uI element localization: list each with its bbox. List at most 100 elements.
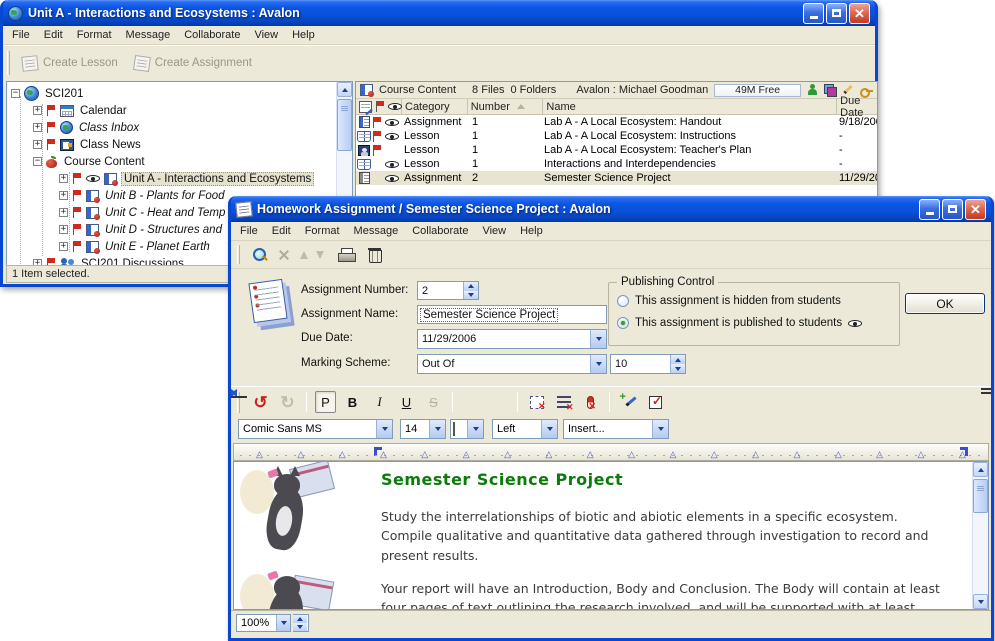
expand-icon[interactable]: + [33, 106, 42, 115]
radio-selected-icon[interactable] [617, 317, 629, 329]
tree-item-unit-a[interactable]: + Unit A - Interactions and Ecosystems [11, 170, 334, 187]
menu-view[interactable]: View [247, 27, 285, 43]
menu-view[interactable]: View [475, 223, 513, 239]
close-button[interactable]: ✕ [965, 199, 986, 220]
tools-icon[interactable] [276, 248, 292, 262]
bold-button[interactable]: B [342, 391, 363, 413]
maximize-button[interactable] [826, 3, 847, 24]
scrollbar-thumb[interactable] [337, 99, 352, 151]
remove-frame-button[interactable] [526, 391, 547, 413]
menu-format[interactable]: Format [298, 223, 347, 239]
create-lesson-button[interactable]: Create Lesson [14, 53, 126, 74]
spellcheck-button[interactable] [618, 391, 639, 413]
published-option[interactable]: This assignment is published to students [617, 317, 862, 329]
assignment-name-field[interactable]: Semester Science Project [417, 305, 607, 324]
chevron-down-icon[interactable] [590, 355, 606, 373]
spinner-buttons[interactable] [293, 615, 307, 631]
menu-help[interactable]: Help [285, 27, 322, 43]
chevron-down-icon[interactable] [467, 420, 483, 438]
editor-scrollbar[interactable] [972, 462, 988, 609]
scroll-down-button[interactable] [973, 594, 988, 609]
menu-help[interactable]: Help [513, 223, 550, 239]
outdent-button[interactable] [488, 391, 509, 413]
table-row[interactable]: Lesson 1 Lab A - A Local Ecosystem: Inst… [356, 129, 877, 143]
next-item-icon[interactable] [316, 251, 324, 259]
ruler[interactable]: △△△△△△△△△△△△△△△△△△ [233, 443, 989, 461]
table-row[interactable]: Lesson 1 Lab A - A Local Ecosystem: Teac… [356, 143, 877, 157]
italic-button[interactable]: I [369, 391, 390, 413]
chevron-down-icon[interactable] [429, 420, 445, 438]
tree-item-calendar[interactable]: + Calendar [11, 102, 334, 119]
underline-button[interactable]: U [396, 391, 417, 413]
chevron-down-icon[interactable] [590, 330, 606, 348]
due-date-select[interactable]: 11/29/2006 [417, 329, 607, 349]
spinner-buttons[interactable] [670, 355, 685, 373]
indent-button[interactable] [461, 391, 482, 413]
scroll-up-button[interactable] [973, 462, 988, 477]
collapse-icon[interactable]: − [33, 157, 42, 166]
insert-select[interactable]: Insert... [563, 419, 669, 439]
expand-icon[interactable]: + [59, 242, 68, 251]
menu-file[interactable]: File [233, 223, 265, 239]
expand-icon[interactable]: + [59, 225, 68, 234]
previous-item-icon[interactable] [300, 251, 308, 259]
scroll-up-button[interactable] [337, 82, 352, 97]
chevron-down-icon[interactable] [276, 615, 290, 631]
hidden-option[interactable]: This assignment is hidden from students [617, 295, 841, 307]
menu-format[interactable]: Format [70, 27, 119, 43]
close-button[interactable]: ✕ [849, 3, 870, 24]
ok-button[interactable]: OK [905, 293, 985, 314]
maximize-button[interactable] [942, 199, 963, 220]
text-color-select[interactable] [450, 419, 484, 439]
column-header-name[interactable]: Name [543, 99, 837, 114]
zoom-select[interactable]: 100% [236, 614, 291, 632]
font-select[interactable]: Comic Sans MS [238, 419, 393, 439]
zoom-stepper[interactable] [293, 614, 309, 632]
tree-item-sci201[interactable]: − SCI201 [11, 85, 334, 102]
assignment-number-stepper[interactable]: 2 [417, 281, 479, 300]
menu-edit[interactable]: Edit [265, 223, 298, 239]
chevron-down-icon[interactable] [376, 420, 392, 438]
expand-icon[interactable]: + [59, 174, 68, 183]
table-row[interactable]: Assignment 1 Lab A - A Local Ecosystem: … [356, 115, 877, 129]
menu-file[interactable]: File [5, 27, 37, 43]
marking-scheme-select[interactable]: Out Of [417, 354, 607, 374]
tree-item-class-news[interactable]: + Class News [11, 136, 334, 153]
expand-icon[interactable]: + [59, 208, 68, 217]
menu-message[interactable]: Message [119, 27, 178, 43]
permissions-icon[interactable] [860, 84, 873, 96]
minimize-button[interactable] [919, 199, 940, 220]
paragraph-style-button[interactable]: P [315, 391, 336, 413]
print-icon[interactable] [338, 248, 355, 262]
user-status-icon[interactable] [807, 84, 818, 96]
search-icon[interactable] [252, 247, 268, 263]
chevron-down-icon[interactable] [652, 420, 668, 438]
tree-item-class-inbox[interactable]: + Class Inbox [11, 119, 334, 136]
collapse-icon[interactable]: − [11, 89, 20, 98]
menu-edit[interactable]: Edit [37, 27, 70, 43]
menu-collaborate[interactable]: Collaborate [405, 223, 475, 239]
font-size-select[interactable]: 14 [400, 419, 446, 439]
expand-icon[interactable]: + [33, 140, 42, 149]
column-header-due-date[interactable]: Due Date [837, 99, 877, 114]
editor-area[interactable]: Semester Science Project Study the inter… [233, 461, 989, 610]
redo-button[interactable]: ↻ [277, 391, 298, 413]
alignment-select[interactable]: Left [492, 419, 558, 439]
remove-list-button[interactable] [553, 391, 574, 413]
radio-unselected-icon[interactable] [617, 295, 629, 307]
create-assignment-button[interactable]: Create Assignment [126, 53, 260, 74]
undo-button[interactable]: ↺ [250, 391, 271, 413]
edit-icon[interactable] [842, 84, 854, 96]
expand-icon[interactable]: + [59, 191, 68, 200]
tree-item-course-content[interactable]: − Course Content [11, 153, 334, 170]
spinner-buttons[interactable] [463, 282, 478, 299]
menu-collaborate[interactable]: Collaborate [177, 27, 247, 43]
scrollbar-thumb[interactable] [973, 479, 988, 513]
expand-icon[interactable]: + [33, 123, 42, 132]
delete-icon[interactable] [369, 248, 381, 262]
table-row-selected[interactable]: Assignment 2 Semester Science Project 11… [356, 171, 877, 185]
copy-icon[interactable] [824, 84, 836, 96]
chevron-down-icon[interactable] [541, 420, 557, 438]
column-header-category[interactable]: Category [402, 99, 468, 114]
column-header-number[interactable]: Number [468, 99, 544, 114]
